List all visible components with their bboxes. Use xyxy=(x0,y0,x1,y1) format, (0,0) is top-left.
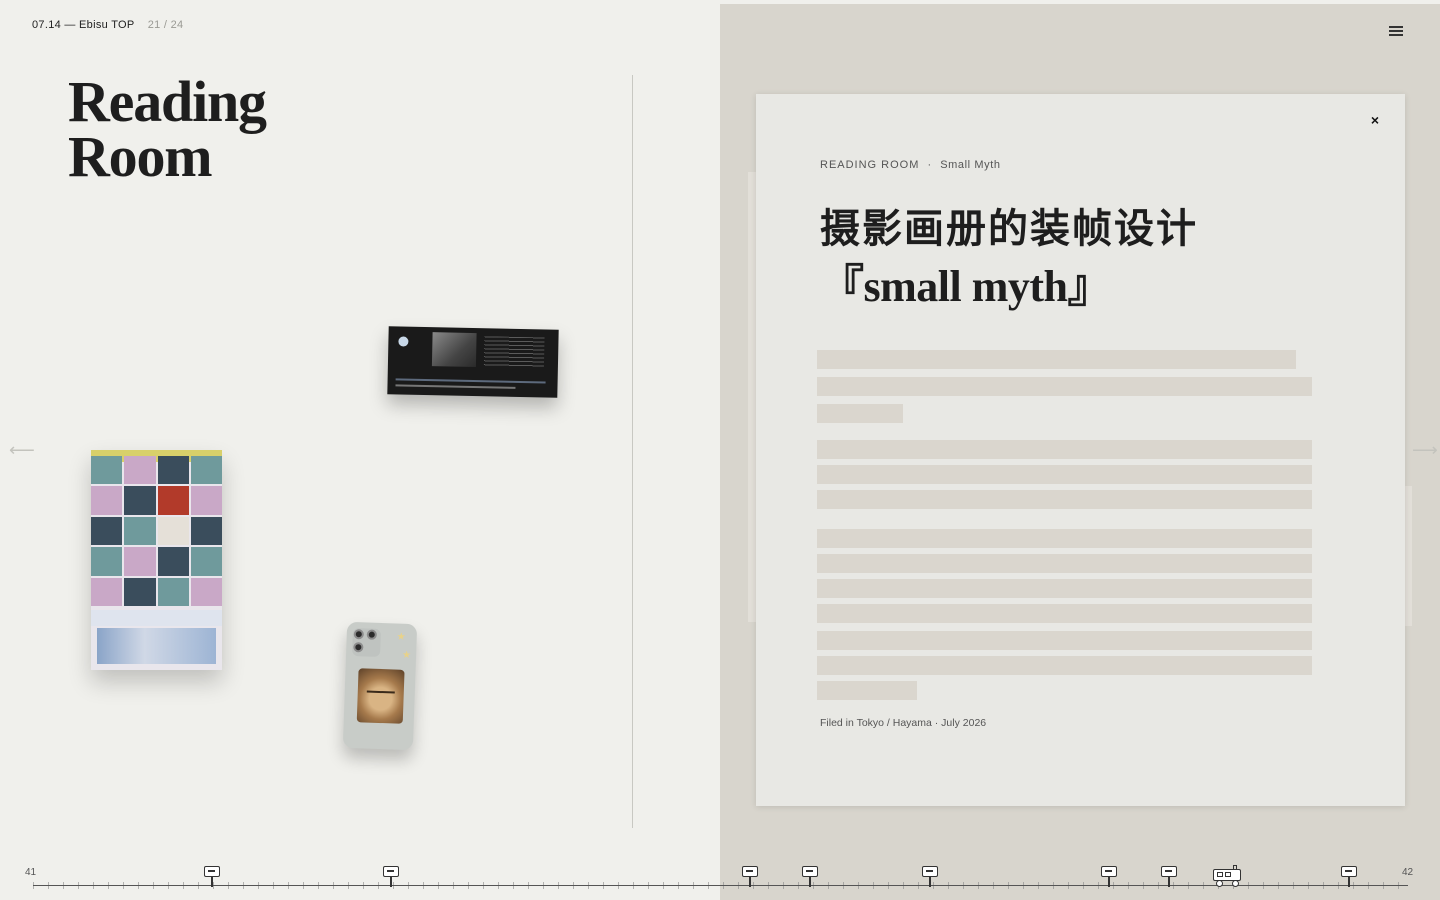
crumb-separator: · xyxy=(927,159,933,171)
crumb-section[interactable]: READING ROOM xyxy=(820,159,919,171)
ticket-strip xyxy=(395,384,516,389)
page-title-line1: Reading xyxy=(68,69,267,134)
star-sticker-icon: ★ xyxy=(396,631,406,643)
flyer-caption-band xyxy=(91,610,222,626)
timeline-end-label: 42 xyxy=(1402,867,1414,878)
vertical-divider xyxy=(632,75,633,828)
location-header: 07.14 — Ebisu TOP 21 / 24 xyxy=(32,19,183,31)
redacted-text-line xyxy=(817,554,1312,573)
location-label: 07.14 — Ebisu TOP xyxy=(32,19,135,31)
camera-module-icon xyxy=(352,628,381,657)
article-breadcrumb: READING ROOM · Small Myth xyxy=(820,159,1001,171)
timeline-flag-marker[interactable] xyxy=(742,866,758,888)
redacted-text-line xyxy=(817,350,1296,369)
redacted-text-line xyxy=(817,579,1312,598)
timeline-flag-marker[interactable] xyxy=(802,866,818,888)
timeline-flag-marker[interactable] xyxy=(922,866,938,888)
timeline-flag-marker[interactable] xyxy=(1341,866,1357,888)
timeline-axis xyxy=(33,885,1408,886)
ticket-logo xyxy=(398,336,409,347)
article-title-line1: 摄影画册的装帧设计 xyxy=(820,205,1198,252)
timeline-flag-marker[interactable] xyxy=(1161,866,1177,888)
article-modal: × READING ROOM · Small Myth 摄影画册的装帧设计 『s… xyxy=(756,94,1405,806)
ticket-text-lines xyxy=(483,336,545,368)
close-icon[interactable]: × xyxy=(1371,112,1379,128)
redacted-text-line xyxy=(817,604,1312,623)
cat-photo xyxy=(356,668,405,724)
flyer-photo-grid xyxy=(91,456,222,606)
page-counter: 21 / 24 xyxy=(147,19,184,31)
hamburger-menu-icon[interactable] xyxy=(1389,24,1405,36)
redacted-text-line xyxy=(817,631,1312,650)
redacted-text-line xyxy=(817,377,1312,396)
redacted-text-line xyxy=(817,681,917,700)
article-title: 摄影画册的装帧设计 『small myth』 xyxy=(820,200,1380,316)
train-position-icon[interactable] xyxy=(1213,865,1243,887)
redacted-text-line xyxy=(817,656,1312,675)
timeline-scrubber[interactable]: 41 42 xyxy=(0,860,1440,900)
page-title: Reading Room xyxy=(68,69,267,189)
prev-arrow-icon[interactable]: ⟵ xyxy=(9,440,35,461)
article-title-line2: 『small myth』 xyxy=(820,262,1112,311)
redacted-text-line xyxy=(817,440,1312,459)
ticket-photo xyxy=(431,332,477,368)
flyer-bottom-image xyxy=(97,628,216,664)
timeline-flag-marker[interactable] xyxy=(1101,866,1117,888)
page-title-line2: Room xyxy=(68,124,213,189)
star-sticker-icon: ★ xyxy=(401,649,412,662)
crumb-sub: Small Myth xyxy=(940,159,1001,171)
redacted-text-line xyxy=(817,404,903,423)
next-arrow-icon[interactable]: ⟶ xyxy=(1412,440,1438,461)
timeline-flag-marker[interactable] xyxy=(383,866,399,888)
redacted-text-line xyxy=(817,490,1312,509)
redacted-text-line xyxy=(817,529,1312,548)
exhibition-ticket-object[interactable] xyxy=(387,326,559,398)
film-flyer-object[interactable] xyxy=(91,450,222,670)
redacted-text-line xyxy=(817,465,1312,484)
timeline-start-label: 41 xyxy=(25,867,37,878)
article-footer: Filed in Tokyo / Hayama · July 2026 xyxy=(820,717,987,729)
timeline-flag-marker[interactable] xyxy=(204,866,220,888)
ticket-strip xyxy=(395,378,546,384)
phone-case-object[interactable]: ★ ★ xyxy=(342,621,418,751)
